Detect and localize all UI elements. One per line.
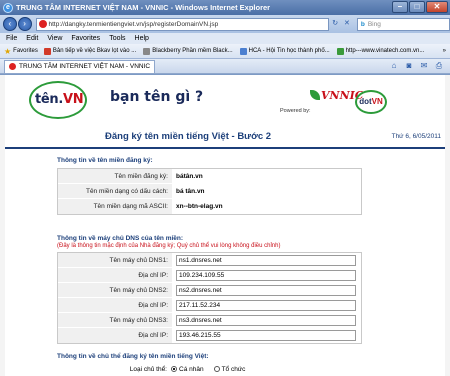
refresh-icon[interactable]: ↻ [329,18,341,30]
page-container: tên.VN bạn tên gì ? Powered by: VNNIC do… [5,75,445,376]
window-controls: – □ ✕ [392,1,448,13]
radio-selected-icon [171,366,177,372]
menu-help[interactable]: Help [135,35,149,42]
menu-edit[interactable]: Edit [26,35,38,42]
powered-by-label: Powered by: [280,108,311,114]
dns2-name-field[interactable]: ns2.dnsres.net [176,285,356,296]
dns3-ip-field[interactable]: 193.46.215.55 [176,330,356,341]
favorites-button[interactable]: Favorites [13,48,38,54]
owner-section-heading: Thông tin về chủ thể đăng ký tên miền ti… [57,353,209,360]
field-label: Địa chỉ IP: [58,268,172,282]
domain-section-heading: Thông tin về tên miền đăng ký: [57,157,153,164]
menu-bar: File Edit View Favorites Tools Help [0,33,450,44]
table-row: Địa chỉ IP: 109.234.109.55 [58,268,361,283]
radio-organization[interactable]: Tổ chức [213,366,245,376]
field-label: Tên máy chủ DNS3: [58,313,172,327]
site-icon [336,47,344,55]
field-label: Tên miền dạng có dấu cách: [58,184,172,198]
site-header: tên.VN bạn tên gì ? Powered by: VNNIC do… [5,75,445,127]
feeds-icon[interactable]: ◙ [404,61,414,71]
site-slogan: bạn tên gì ? [110,89,204,105]
table-row: Tên miền dạng mã ASCII: xn--btn-elag.vn [58,199,361,214]
favorite-item[interactable]: http---www.vinatech.com.vn... [336,47,424,55]
table-row: Tên máy chủ DNS1: ns1.dnsres.net [58,253,361,268]
field-label: Tên máy chủ DNS1: [58,253,172,267]
window-title-bar: e TRUNG TÂM INTERNET VIỆT NAM - VNNIC - … [0,0,450,15]
field-value: bá tân.vn [172,184,361,198]
command-bar: ⌂ ◙ ✉ ⎙ [389,61,444,71]
field-label: Địa chỉ IP: [58,298,172,312]
table-row: Tên máy chủ DNS2: ns2.dnsres.net [58,283,361,298]
site-favicon-icon [38,20,47,28]
field-label: Tên máy chủ DNS2: [58,283,172,297]
maximize-button[interactable]: □ [409,1,425,13]
menu-file[interactable]: File [6,35,17,42]
field-value: bátân.vn [172,169,361,183]
dns-section-note: (Đây là thông tin mặc định của Nhà đăng … [57,243,281,249]
menu-favorites[interactable]: Favorites [71,35,100,42]
favorites-more-button[interactable]: » [443,48,446,54]
menu-tools[interactable]: Tools [109,35,125,42]
domain-info-table: Tên miền đăng ký: bátân.vn Tên miền dạng… [57,168,362,215]
leaf-icon [310,90,320,100]
tab-label: TRUNG TÂM INTERNET VIỆT NAM - VNNIC [19,63,151,70]
bing-icon: b [360,20,365,28]
owner-type-row: Loại chủ thể: Cá nhân Tổ chức [57,366,362,376]
stop-icon[interactable]: ✕ [341,18,353,30]
dns-info-table: Tên máy chủ DNS1: ns1.dnsres.net Địa chỉ… [57,252,362,344]
dns1-name-field[interactable]: ns1.dnsres.net [176,255,356,266]
search-placeholder: Bing [367,20,381,28]
page-title: Đăng ký tên miền tiếng Việt - Bước 2 [105,131,272,142]
page-viewport: tên.VN bạn tên gì ? Powered by: VNNIC do… [0,75,450,376]
favorites-bar: ★ Favorites Bản tiếp về việc Bkav lọt và… [0,44,450,59]
dns1-ip-field[interactable]: 109.234.109.55 [176,270,356,281]
tab-vnnic[interactable]: TRUNG TÂM INTERNET VIỆT NAM - VNNIC [4,59,156,73]
favorites-star-icon: ★ [4,46,12,56]
radio-empty-icon [213,366,220,372]
forward-button[interactable]: › [17,17,32,31]
address-bar[interactable]: http://dangky.tenmientiengviet.vn/jsp/re… [35,17,330,31]
tab-bar: TRUNG TÂM INTERNET VIỆT NAM - VNNIC ⌂ ◙ … [0,59,450,74]
address-row: ‹ › http://dangky.tenmientiengviet.vn/js… [0,15,450,33]
field-label: Tên miền dạng mã ASCII: [58,199,172,214]
dns2-ip-field[interactable]: 217.11.52.234 [176,300,356,311]
mail-icon[interactable]: ✉ [419,61,429,71]
search-input[interactable]: b Bing [356,17,450,31]
dns-section-heading: Thông tin về máy chủ DNS của tên miền: [57,235,184,242]
table-row: Địa chỉ IP: 193.46.215.55 [58,328,361,343]
table-row: Tên miền đăng ký: bátân.vn [58,169,361,184]
menu-view[interactable]: View [47,35,62,42]
home-icon[interactable]: ⌂ [389,61,399,71]
print-icon[interactable]: ⎙ [434,61,444,71]
table-row: Tên máy chủ DNS3: ns3.dnsres.net [58,313,361,328]
table-row: Địa chỉ IP: 217.11.52.234 [58,298,361,313]
ie-logo-icon: e [3,2,13,13]
page-date: Thứ 6, 6/05/2011 [391,133,441,140]
radio-individual[interactable]: Cá nhân [171,366,204,376]
close-button[interactable]: ✕ [426,1,448,13]
favorite-item[interactable]: Bản tiếp về việc Bkav lọt vào ... [43,47,136,55]
site-icon [143,47,151,55]
page-title-bar: Đăng ký tên miền tiếng Việt - Bước 2 Thứ… [5,129,445,149]
field-label: Địa chỉ IP: [58,328,172,343]
favorite-item[interactable]: HCA - Hội Tin học thành phố... [239,47,330,55]
window-title: TRUNG TÂM INTERNET VIỆT NAM - VNNIC - Wi… [16,3,271,12]
table-row: Tên miền dạng có dấu cách: bá tân.vn [58,184,361,199]
site-icon [239,47,247,55]
minimize-button[interactable]: – [392,1,408,13]
site-icon [43,47,51,55]
owner-type-label: Loại chủ thể: [129,366,167,373]
ten-vn-logo[interactable]: tên.VN [29,81,87,119]
dotvn-logo[interactable]: dotVN [355,90,387,114]
dns3-name-field[interactable]: ns3.dnsres.net [176,315,356,326]
favorite-item[interactable]: Blackberry Phần mềm Black... [143,47,233,55]
address-url: http://dangky.tenmientiengviet.vn/jsp/re… [48,20,219,28]
back-button[interactable]: ‹ [3,17,17,31]
field-label: Tên miền đăng ký: [58,169,172,183]
field-value: xn--btn-elag.vn [172,199,361,214]
site-favicon-icon [9,63,16,70]
